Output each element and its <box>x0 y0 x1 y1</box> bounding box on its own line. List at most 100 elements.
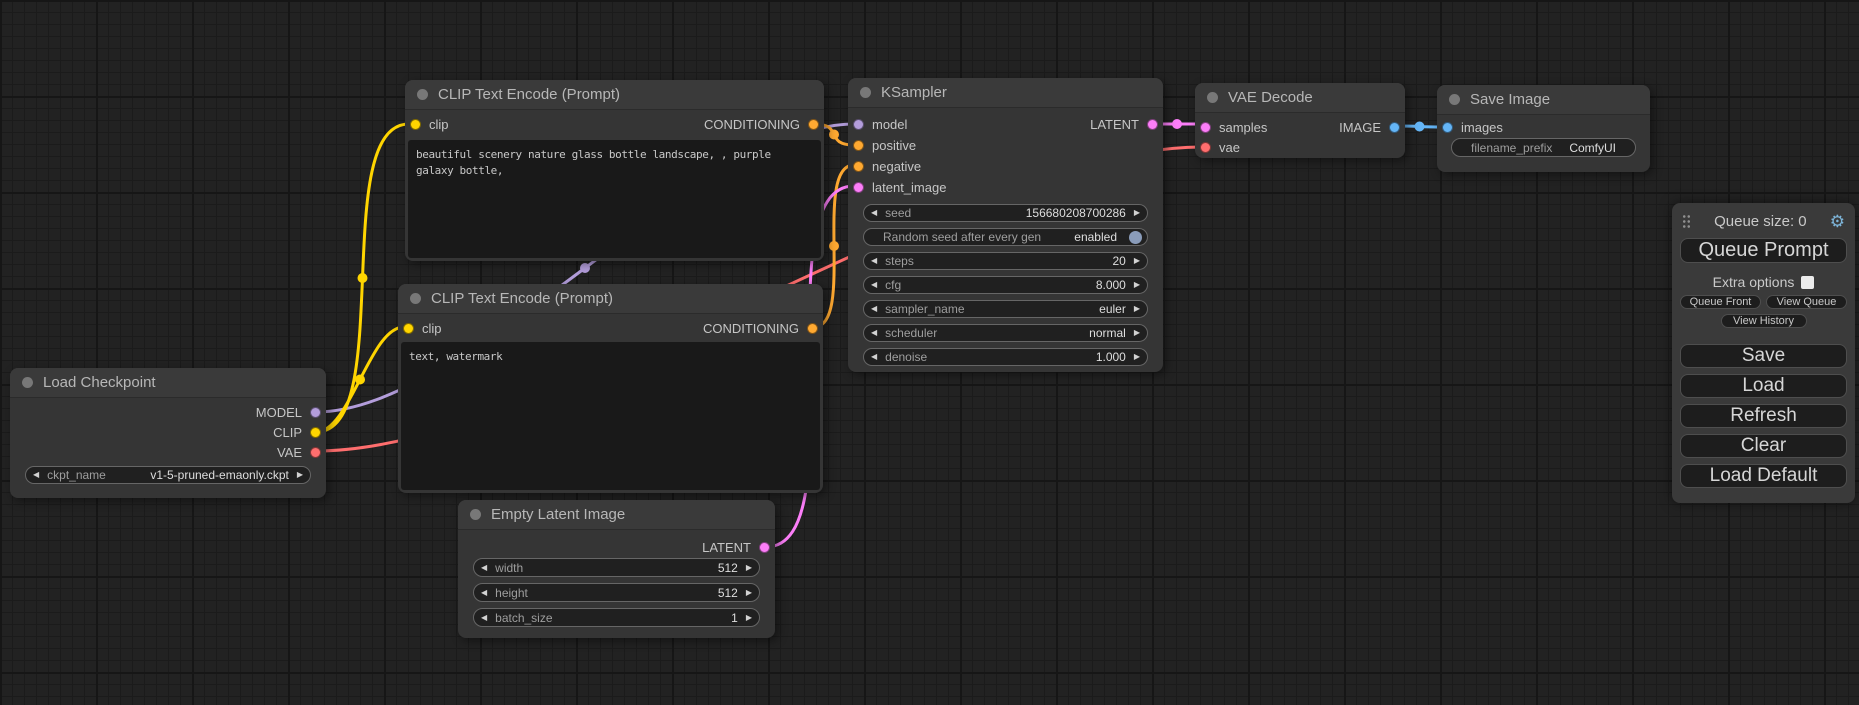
input-label-clip: clip <box>422 321 442 336</box>
queue-front-button[interactable]: Queue Front <box>1680 295 1761 309</box>
widget-random-seed-toggle[interactable]: Random seed after every gen enabled <box>863 228 1148 246</box>
node-title-bar[interactable]: Load Checkpoint <box>10 368 326 398</box>
output-port-clip[interactable] <box>310 427 321 438</box>
clear-button[interactable]: Clear <box>1680 434 1847 458</box>
input-port-negative[interactable] <box>853 161 864 172</box>
input-port-samples[interactable] <box>1200 122 1211 133</box>
increment-arrow-icon[interactable]: ▶ <box>746 614 752 622</box>
widget-label: width <box>495 561 523 575</box>
decrement-arrow-icon[interactable]: ◀ <box>871 329 877 337</box>
output-port-vae[interactable] <box>310 447 321 458</box>
decrement-arrow-icon[interactable]: ◀ <box>33 471 39 479</box>
widget-width[interactable]: ◀ width 512 ▶ <box>473 558 760 577</box>
increment-arrow-icon[interactable]: ▶ <box>1134 209 1140 217</box>
port-row: latent_image <box>848 177 1163 198</box>
save-button[interactable]: Save <box>1680 344 1847 368</box>
increment-arrow-icon[interactable]: ▶ <box>746 589 752 597</box>
load-button[interactable]: Load <box>1680 374 1847 398</box>
node-clip-text-encode-negative[interactable]: CLIP Text Encode (Prompt) clip CONDITION… <box>398 284 823 493</box>
input-port-vae[interactable] <box>1200 142 1211 153</box>
queue-prompt-button[interactable]: Queue Prompt <box>1680 238 1847 263</box>
node-empty-latent-image[interactable]: Empty Latent Image LATENT ◀ width 512 ▶ … <box>458 500 775 638</box>
collapse-dot-icon[interactable] <box>470 509 481 520</box>
widget-value: 1.000 <box>1096 350 1126 364</box>
input-port-images[interactable] <box>1442 122 1453 133</box>
increment-arrow-icon[interactable]: ▶ <box>1134 305 1140 313</box>
widget-height[interactable]: ◀ height 512 ▶ <box>473 583 760 602</box>
output-port-conditioning[interactable] <box>808 119 819 130</box>
widget-ckpt-name[interactable]: ◀ ckpt_name v1-5-pruned-emaonly.ckpt ▶ <box>25 466 311 484</box>
port-row: MODEL <box>10 402 326 422</box>
node-title: Load Checkpoint <box>43 374 156 391</box>
widget-seed[interactable]: ◀ seed 156680208700286 ▶ <box>863 204 1148 222</box>
node-title: Empty Latent Image <box>491 506 625 523</box>
output-port-latent[interactable] <box>1147 119 1158 130</box>
node-title-bar[interactable]: KSampler <box>848 78 1163 108</box>
widget-batch-size[interactable]: ◀ batch_size 1 ▶ <box>473 608 760 627</box>
collapse-dot-icon[interactable] <box>1207 92 1218 103</box>
prompt-textarea[interactable]: beautiful scenery nature glass bottle la… <box>408 140 821 258</box>
input-port-clip[interactable] <box>410 119 421 130</box>
collapse-dot-icon[interactable] <box>417 89 428 100</box>
output-port-model[interactable] <box>310 407 321 418</box>
collapse-dot-icon[interactable] <box>860 87 871 98</box>
queue-size-label: Queue size: 0 <box>1691 213 1830 230</box>
widget-scheduler[interactable]: ◀ scheduler normal ▶ <box>863 324 1148 342</box>
decrement-arrow-icon[interactable]: ◀ <box>871 209 877 217</box>
node-vae-decode[interactable]: VAE Decode samples IMAGE vae <box>1195 83 1405 158</box>
widget-filename-prefix[interactable]: filename_prefix ComfyUI <box>1451 138 1636 157</box>
settings-gear-icon[interactable]: ⚙ <box>1830 213 1845 230</box>
collapse-dot-icon[interactable] <box>22 377 33 388</box>
increment-arrow-icon[interactable]: ▶ <box>746 564 752 572</box>
input-port-clip[interactable] <box>403 323 414 334</box>
load-default-button[interactable]: Load Default <box>1680 464 1847 488</box>
port-row: VAE <box>10 442 326 462</box>
decrement-arrow-icon[interactable]: ◀ <box>481 564 487 572</box>
widget-cfg[interactable]: ◀ cfg 8.000 ▶ <box>863 276 1148 294</box>
widget-denoise[interactable]: ◀ denoise 1.000 ▶ <box>863 348 1148 366</box>
extra-options-checkbox[interactable] <box>1801 276 1814 289</box>
drag-handle-icon[interactable] <box>1682 214 1691 229</box>
input-port-positive[interactable] <box>853 140 864 151</box>
widget-value: 8.000 <box>1096 278 1126 292</box>
output-port-conditioning[interactable] <box>807 323 818 334</box>
collapse-dot-icon[interactable] <box>1449 94 1460 105</box>
node-load-checkpoint[interactable]: Load Checkpoint MODEL CLIP VAE ◀ ckpt_na… <box>10 368 326 498</box>
prompt-textarea[interactable]: text, watermark <box>401 342 820 490</box>
widget-steps[interactable]: ◀ steps 20 ▶ <box>863 252 1148 270</box>
view-queue-button[interactable]: View Queue <box>1766 295 1847 309</box>
input-port-latent-image[interactable] <box>853 182 864 193</box>
node-title-bar[interactable]: VAE Decode <box>1195 83 1405 113</box>
increment-arrow-icon[interactable]: ▶ <box>1134 353 1140 361</box>
decrement-arrow-icon[interactable]: ◀ <box>871 305 877 313</box>
input-port-model[interactable] <box>853 119 864 130</box>
increment-arrow-icon[interactable]: ▶ <box>297 471 303 479</box>
increment-arrow-icon[interactable]: ▶ <box>1134 329 1140 337</box>
node-title-bar[interactable]: CLIP Text Encode (Prompt) <box>405 80 824 110</box>
node-ksampler[interactable]: KSampler model LATENT positive negative … <box>848 78 1163 372</box>
collapse-dot-icon[interactable] <box>410 293 421 304</box>
node-title-bar[interactable]: Empty Latent Image <box>458 500 775 530</box>
widget-sampler-name[interactable]: ◀ sampler_name euler ▶ <box>863 300 1148 318</box>
increment-arrow-icon[interactable]: ▶ <box>1134 257 1140 265</box>
node-title-bar[interactable]: Save Image <box>1437 85 1650 115</box>
node-clip-text-encode-positive[interactable]: CLIP Text Encode (Prompt) clip CONDITION… <box>405 80 824 261</box>
view-history-button[interactable]: View History <box>1721 314 1807 328</box>
decrement-arrow-icon[interactable]: ◀ <box>871 281 877 289</box>
output-port-latent[interactable] <box>759 542 770 553</box>
node-graph-canvas[interactable]: Load Checkpoint MODEL CLIP VAE ◀ ckpt_na… <box>0 0 1859 705</box>
node-save-image[interactable]: Save Image images filename_prefix ComfyU… <box>1437 85 1650 172</box>
widget-value: v1-5-pruned-emaonly.ckpt <box>150 468 289 482</box>
widget-label: steps <box>885 254 914 268</box>
toggle-dot[interactable] <box>1129 231 1142 244</box>
input-label-positive: positive <box>872 138 916 153</box>
decrement-arrow-icon[interactable]: ◀ <box>481 589 487 597</box>
output-port-image[interactable] <box>1389 122 1400 133</box>
refresh-button[interactable]: Refresh <box>1680 404 1847 428</box>
node-title-bar[interactable]: CLIP Text Encode (Prompt) <box>398 284 823 314</box>
decrement-arrow-icon[interactable]: ◀ <box>871 257 877 265</box>
increment-arrow-icon[interactable]: ▶ <box>1134 281 1140 289</box>
link-midpoint-dot <box>829 241 839 251</box>
decrement-arrow-icon[interactable]: ◀ <box>481 614 487 622</box>
decrement-arrow-icon[interactable]: ◀ <box>871 353 877 361</box>
